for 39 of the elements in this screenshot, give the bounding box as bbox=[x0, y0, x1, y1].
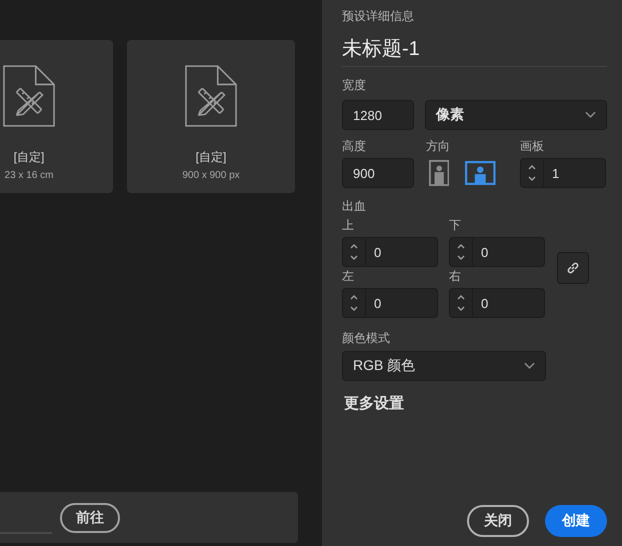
panel-heading: 预设详细信息 bbox=[342, 8, 414, 25]
document-name-field[interactable]: 未标题-1 bbox=[342, 35, 607, 67]
height-field[interactable]: 900 bbox=[342, 158, 414, 188]
field-label: 宽度 bbox=[342, 77, 366, 94]
preset-card[interactable]: [自定] 23 x 16 cm bbox=[0, 40, 113, 193]
chevron-down-icon bbox=[585, 111, 596, 119]
field-label: 画板 bbox=[520, 138, 544, 155]
bleed-field[interactable]: 0 bbox=[342, 237, 438, 267]
chevron-down-icon bbox=[524, 362, 535, 370]
go-button[interactable]: 前往 bbox=[60, 502, 120, 532]
field-label: 颜色模式 bbox=[342, 330, 390, 347]
color-mode-dropdown[interactable]: RGB 颜色 bbox=[342, 351, 546, 381]
portrait-orientation-icon[interactable] bbox=[429, 160, 450, 186]
field-label: 右 bbox=[449, 268, 461, 285]
link-button[interactable] bbox=[557, 252, 589, 284]
bleed-field[interactable]: 0 bbox=[449, 288, 545, 318]
document-ruler-pencil-icon bbox=[3, 65, 55, 127]
close-button[interactable]: 关闭 bbox=[467, 505, 529, 537]
landscape-orientation-icon[interactable] bbox=[465, 161, 496, 185]
create-button[interactable]: 创建 bbox=[545, 505, 607, 537]
width-field[interactable]: 1280 bbox=[342, 100, 414, 130]
more-settings-link[interactable]: 更多设置 bbox=[344, 394, 404, 413]
preset-name: [自定] bbox=[196, 149, 226, 166]
preset-size: 23 x 16 cm bbox=[4, 170, 54, 181]
document-ruler-pencil-icon bbox=[185, 65, 237, 127]
field-label: 左 bbox=[342, 268, 354, 285]
field-label: 上 bbox=[342, 217, 354, 234]
artboards-field[interactable]: 1 bbox=[520, 158, 606, 188]
preset-size: 900 x 900 px bbox=[182, 170, 240, 181]
field-label: 下 bbox=[449, 217, 461, 234]
field-label: 方向 bbox=[426, 138, 450, 155]
bleed-field[interactable]: 0 bbox=[342, 288, 438, 318]
preset-card[interactable]: [自定] 900 x 900 px bbox=[127, 40, 295, 193]
section-label: 出血 bbox=[342, 198, 366, 215]
bleed-field[interactable]: 0 bbox=[449, 237, 545, 267]
unit-dropdown[interactable]: 像素 bbox=[425, 100, 607, 130]
link-icon bbox=[565, 260, 581, 276]
field-label: 高度 bbox=[342, 138, 366, 155]
preset-name: [自定] bbox=[14, 149, 44, 166]
